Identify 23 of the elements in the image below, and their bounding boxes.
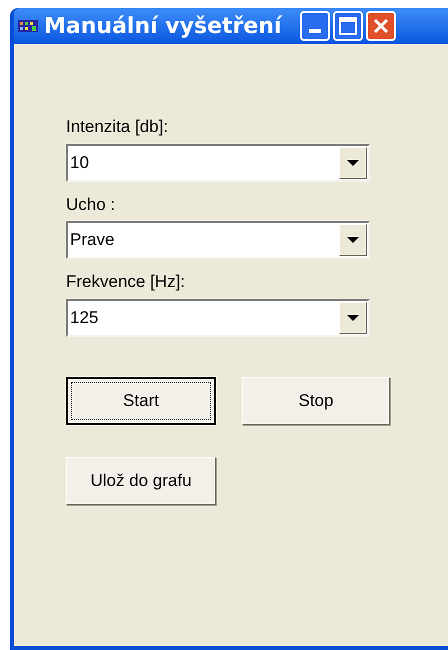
dropdown-arrow-button[interactable] bbox=[339, 146, 367, 178]
field-label: Intenzita [db]: bbox=[66, 116, 170, 138]
window-title: Manuální vyšetření bbox=[44, 12, 282, 40]
action-button[interactable]: Ulož do grafu bbox=[66, 456, 216, 504]
field-label: Ucho : bbox=[66, 194, 116, 216]
dropdown[interactable]: 125 bbox=[66, 298, 370, 336]
minimize-icon bbox=[308, 29, 320, 33]
close-button[interactable] bbox=[366, 11, 396, 41]
dropdown[interactable]: 10 bbox=[66, 144, 370, 182]
dropdown-arrow-button[interactable] bbox=[339, 302, 367, 334]
minimize-button[interactable] bbox=[300, 11, 330, 41]
dropdown-arrow-button[interactable] bbox=[339, 224, 367, 256]
maximize-button[interactable] bbox=[332, 11, 362, 41]
caret-icon bbox=[347, 314, 359, 320]
caret-icon bbox=[347, 160, 359, 166]
caret-icon bbox=[347, 237, 359, 243]
field-label: Frekvence [Hz]: bbox=[66, 271, 186, 293]
close-icon bbox=[372, 18, 388, 34]
action-button[interactable]: Stop bbox=[242, 376, 390, 424]
dropdown[interactable]: Prave bbox=[66, 221, 370, 259]
action-button[interactable]: Start bbox=[66, 376, 216, 424]
app-icon bbox=[18, 18, 38, 34]
maximize-icon bbox=[338, 17, 356, 35]
